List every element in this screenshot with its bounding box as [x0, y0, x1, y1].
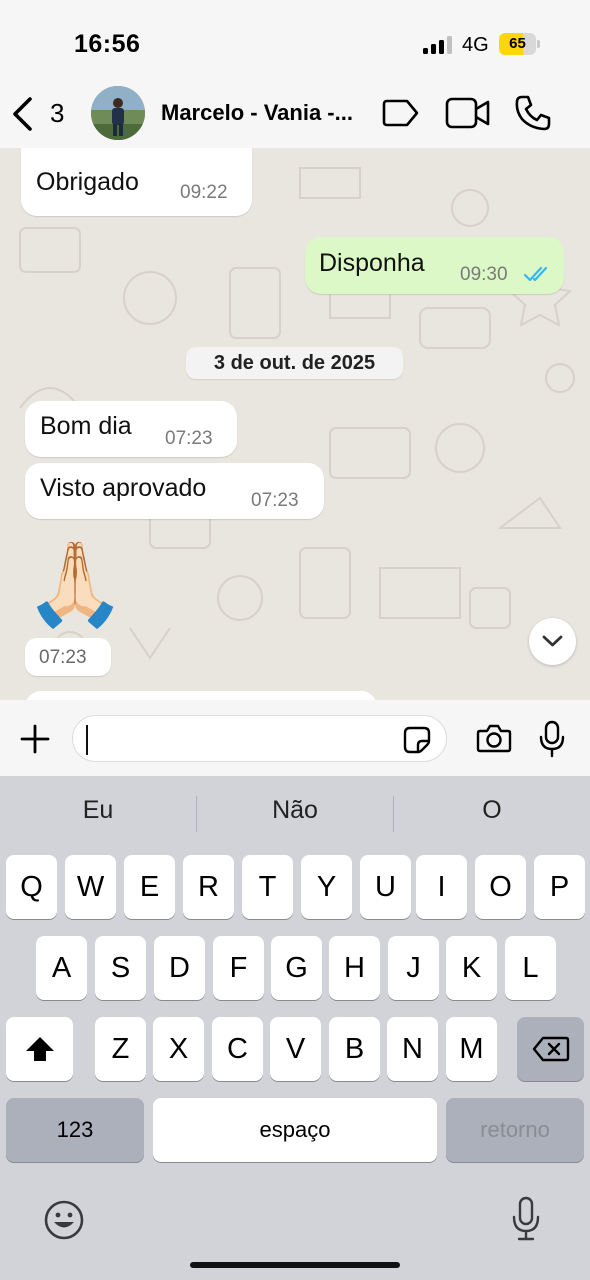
- shift-arrow-icon: [26, 1037, 54, 1061]
- suggestion-3[interactable]: O: [394, 796, 590, 825]
- network-type: 4G: [462, 34, 489, 56]
- unread-chats-count: 3: [50, 98, 65, 128]
- key-h[interactable]: H: [329, 936, 380, 1000]
- scroll-to-bottom-button[interactable]: [529, 618, 576, 665]
- text-caret: [86, 725, 88, 755]
- microphone-icon[interactable]: [538, 720, 566, 758]
- contact-name[interactable]: Marcelo - Vania -...: [161, 100, 361, 126]
- label-tag-icon[interactable]: [382, 98, 420, 128]
- emoji-message[interactable]: 🙏🏻: [24, 536, 126, 634]
- return-key[interactable]: retorno: [446, 1098, 584, 1162]
- status-bar: 16:56 4G 65: [0, 0, 590, 82]
- home-indicator[interactable]: [190, 1262, 400, 1268]
- key-x[interactable]: X: [153, 1017, 204, 1081]
- key-v[interactable]: V: [270, 1017, 321, 1081]
- message-input[interactable]: [72, 715, 447, 762]
- phone-call-icon[interactable]: [514, 94, 552, 132]
- message-text: Bom dia: [40, 412, 132, 440]
- suggestion-1[interactable]: Eu: [0, 796, 196, 825]
- message-time: 09:22: [180, 182, 228, 203]
- key-o[interactable]: O: [475, 855, 526, 919]
- key-e[interactable]: E: [124, 855, 175, 919]
- key-i[interactable]: I: [416, 855, 467, 919]
- camera-icon[interactable]: [476, 722, 512, 754]
- date-separator-text: 3 de out. de 2025: [213, 352, 376, 374]
- key-c[interactable]: C: [212, 1017, 263, 1081]
- emoji-keyboard-icon[interactable]: [43, 1199, 85, 1241]
- key-d[interactable]: D: [154, 936, 205, 1000]
- key-n[interactable]: N: [387, 1017, 438, 1081]
- space-key[interactable]: espaço: [153, 1098, 437, 1162]
- key-g[interactable]: G: [271, 936, 322, 1000]
- key-k[interactable]: K: [446, 936, 497, 1000]
- emoji-message-time-pill: 07:23: [25, 638, 111, 676]
- key-r[interactable]: R: [183, 855, 234, 919]
- key-t[interactable]: T: [242, 855, 293, 919]
- incoming-message-bubble[interactable]: Bom dia 07:23: [25, 401, 237, 457]
- message-time: 07:23: [39, 647, 87, 668]
- avatar[interactable]: [91, 86, 145, 140]
- contact-photo: [91, 86, 145, 140]
- video-call-icon[interactable]: [445, 96, 491, 130]
- status-time: 16:56: [74, 30, 141, 58]
- key-s[interactable]: S: [95, 936, 146, 1000]
- suggestion-2[interactable]: Não: [197, 796, 393, 825]
- incoming-message-bubble[interactable]: Obrigado 09:22: [21, 148, 252, 216]
- key-l[interactable]: L: [505, 936, 556, 1000]
- ios-keyboard: Eu Não O Q W E R T Y U I O P A S D F G H…: [0, 776, 590, 1280]
- dictation-microphone-icon[interactable]: [511, 1196, 541, 1242]
- sticker-icon[interactable]: [403, 726, 431, 754]
- chevron-left-icon: [13, 97, 32, 131]
- message-text: Disponha: [319, 249, 425, 277]
- key-w[interactable]: W: [65, 855, 116, 919]
- chevron-down-icon: [542, 635, 563, 647]
- chat-header: 3 Marcelo - Vania -...: [0, 82, 590, 148]
- battery-level: 65: [509, 35, 526, 52]
- key-y[interactable]: Y: [301, 855, 352, 919]
- key-z[interactable]: Z: [95, 1017, 146, 1081]
- message-text: Obrigado: [36, 168, 139, 196]
- message-composer: [0, 700, 590, 776]
- read-ticks-icon: [523, 266, 548, 282]
- key-p[interactable]: P: [534, 855, 585, 919]
- whatsapp-chat-screen: 16:56 4G 65 3 Marcelo - Vania -... Obrig…: [0, 0, 590, 1280]
- key-m[interactable]: M: [446, 1017, 497, 1081]
- message-time: 09:30: [460, 264, 508, 285]
- numbers-key[interactable]: 123: [6, 1098, 144, 1162]
- outgoing-message-bubble[interactable]: Disponha 09:30: [305, 237, 564, 294]
- message-time: 07:23: [165, 428, 213, 449]
- battery-icon: 65: [499, 33, 541, 55]
- cellular-signal-icon: [423, 36, 453, 54]
- date-separator: 3 de out. de 2025: [186, 347, 403, 379]
- key-q[interactable]: Q: [6, 855, 57, 919]
- incoming-message-bubble[interactable]: Visto aprovado 07:23: [25, 463, 324, 519]
- backspace-key[interactable]: [517, 1017, 584, 1081]
- key-j[interactable]: J: [388, 936, 439, 1000]
- key-u[interactable]: U: [360, 855, 411, 919]
- key-f[interactable]: F: [213, 936, 264, 1000]
- backspace-icon: [532, 1036, 570, 1062]
- message-time: 07:23: [251, 490, 299, 511]
- key-b[interactable]: B: [329, 1017, 380, 1081]
- back-button[interactable]: 3: [10, 92, 72, 136]
- message-text: Visto aprovado: [40, 474, 207, 502]
- key-a[interactable]: A: [36, 936, 87, 1000]
- incoming-message-bubble-partial[interactable]: [25, 691, 377, 700]
- chat-messages-area[interactable]: Obrigado 09:22 Disponha 09:30 3 de out. …: [0, 148, 590, 700]
- plus-icon[interactable]: [19, 723, 51, 755]
- shift-key[interactable]: [6, 1017, 73, 1081]
